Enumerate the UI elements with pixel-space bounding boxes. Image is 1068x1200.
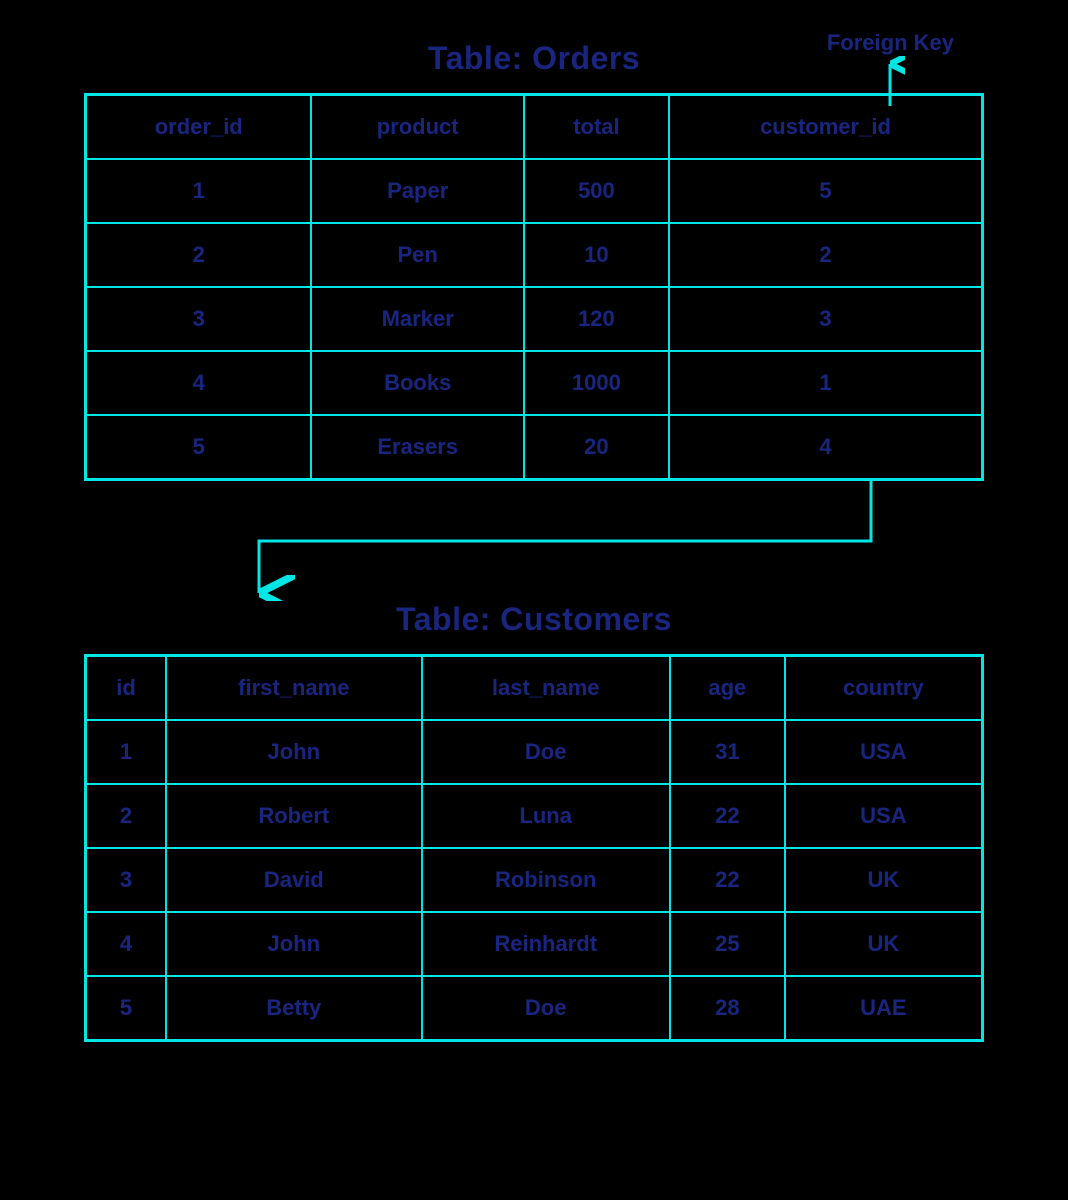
table-cell: Doe	[422, 976, 670, 1041]
table-cell: Erasers	[311, 415, 523, 480]
table-cell: 1	[86, 159, 312, 223]
table-cell: UAE	[785, 976, 983, 1041]
table-cell: UK	[785, 848, 983, 912]
table-cell: Robinson	[422, 848, 670, 912]
table-cell: 4	[86, 912, 167, 976]
connector-arrow	[84, 481, 984, 601]
customers-col-country: country	[785, 656, 983, 721]
table-cell: 28	[670, 976, 785, 1041]
table-cell: 4	[86, 351, 312, 415]
table-row: 2RobertLuna22USA	[86, 784, 983, 848]
table-cell: 3	[86, 287, 312, 351]
table-cell: USA	[785, 784, 983, 848]
table-row: 4Books10001	[86, 351, 983, 415]
table-cell: Books	[311, 351, 523, 415]
table-row: 3Marker1203	[86, 287, 983, 351]
table-cell: 10	[524, 223, 669, 287]
table-cell: Doe	[422, 720, 670, 784]
customers-section: Table: Customers id first_name last_name…	[84, 601, 984, 1042]
table-cell: 120	[524, 287, 669, 351]
table-cell: 22	[670, 848, 785, 912]
table-cell: USA	[785, 720, 983, 784]
table-row: 2Pen102	[86, 223, 983, 287]
table-row: 1Paper5005	[86, 159, 983, 223]
table-cell: 20	[524, 415, 669, 480]
table-row: 3DavidRobinson22UK	[86, 848, 983, 912]
table-cell: Betty	[166, 976, 421, 1041]
table-row: 1JohnDoe31USA	[86, 720, 983, 784]
table-cell: John	[166, 912, 421, 976]
diagram-container: Table: Orders Foreign Key order_id	[84, 40, 984, 1042]
customers-col-id: id	[86, 656, 167, 721]
orders-col-total: total	[524, 95, 669, 160]
customers-col-first_name: first_name	[166, 656, 421, 721]
table-cell: Marker	[311, 287, 523, 351]
table-cell: Reinhardt	[422, 912, 670, 976]
table-cell: 2	[86, 223, 312, 287]
table-cell: 5	[86, 976, 167, 1041]
table-cell: 25	[670, 912, 785, 976]
fk-label: Foreign Key	[827, 30, 954, 56]
table-cell: 1	[86, 720, 167, 784]
orders-table: order_id product total customer_id 1Pape…	[84, 93, 984, 481]
orders-table-title: Table: Orders	[428, 40, 640, 77]
table-cell: Pen	[311, 223, 523, 287]
table-cell: 3	[669, 287, 983, 351]
table-cell: Luna	[422, 784, 670, 848]
table-cell: Paper	[311, 159, 523, 223]
fk-arrow-up	[875, 56, 905, 106]
connector-line	[259, 481, 871, 593]
customers-col-last_name: last_name	[422, 656, 670, 721]
table-cell: 1000	[524, 351, 669, 415]
orders-col-order_id: order_id	[86, 95, 312, 160]
table-cell: 2	[86, 784, 167, 848]
table-cell: UK	[785, 912, 983, 976]
table-cell: 5	[669, 159, 983, 223]
customers-col-age: age	[670, 656, 785, 721]
table-cell: 4	[669, 415, 983, 480]
table-cell: John	[166, 720, 421, 784]
table-cell: 31	[670, 720, 785, 784]
table-cell: 22	[670, 784, 785, 848]
orders-section: Table: Orders Foreign Key order_id	[84, 40, 984, 481]
table-cell: 5	[86, 415, 312, 480]
table-row: 5Erasers204	[86, 415, 983, 480]
orders-col-product: product	[311, 95, 523, 160]
table-row: 5BettyDoe28UAE	[86, 976, 983, 1041]
customers-table: id first_name last_name age country 1Joh…	[84, 654, 984, 1042]
table-cell: Robert	[166, 784, 421, 848]
table-cell: 1	[669, 351, 983, 415]
table-row: 4JohnReinhardt25UK	[86, 912, 983, 976]
table-cell: 3	[86, 848, 167, 912]
table-cell: 500	[524, 159, 669, 223]
customers-table-title: Table: Customers	[396, 601, 672, 638]
table-cell: David	[166, 848, 421, 912]
customers-header-row: id first_name last_name age country	[86, 656, 983, 721]
table-cell: 2	[669, 223, 983, 287]
